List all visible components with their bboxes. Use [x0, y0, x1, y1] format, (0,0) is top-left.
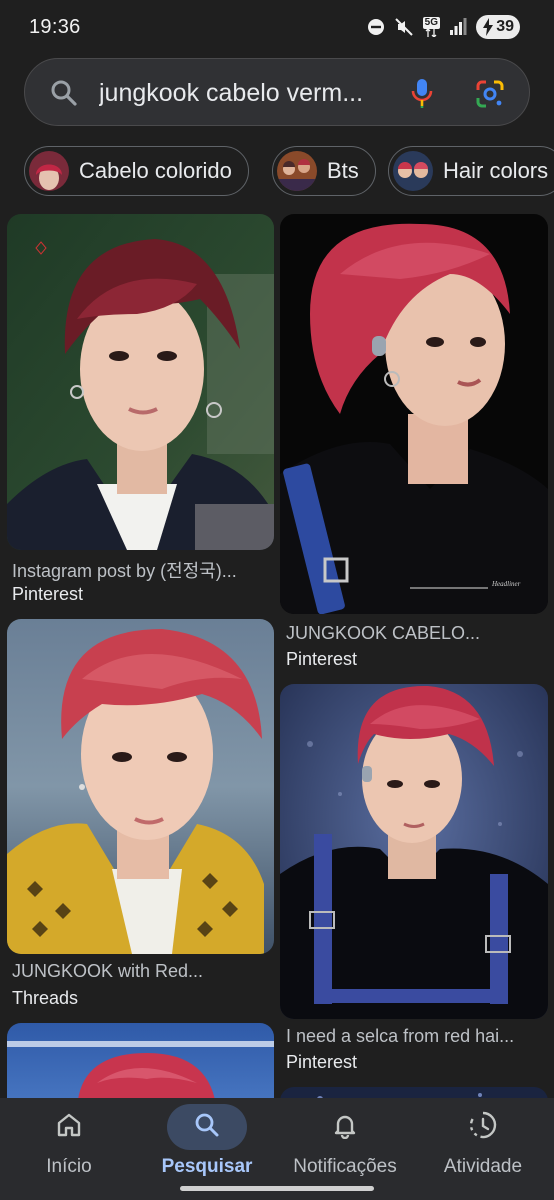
chip-label: Bts	[327, 158, 359, 183]
chip-hair-colors[interactable]: Hair colors	[388, 146, 554, 196]
google-lens-icon[interactable]	[475, 79, 505, 114]
result-caption[interactable]: I need a selca from red hai...	[286, 1026, 514, 1047]
nav-item-atividade[interactable]: Atividade	[418, 1098, 548, 1198]
bell-icon	[331, 1111, 359, 1144]
5g-icon: 5G	[422, 17, 440, 37]
result-source: Pinterest	[286, 649, 358, 669]
nav-icon-container	[167, 1104, 247, 1150]
result-source: Pinterest	[12, 584, 84, 604]
status-bar: 19:36 5G 39	[0, 0, 554, 58]
chip-thumbnail	[29, 151, 69, 191]
suggestion-chips: Cabelo colorido Bts Hair colors	[0, 146, 554, 198]
headliner-watermark: Headliner	[491, 580, 521, 588]
nav-item-pesquisar[interactable]: Pesquisar	[142, 1098, 272, 1198]
result-caption[interactable]: JUNGKOOK with Red...	[12, 961, 203, 982]
chip-label: Cabelo colorido	[79, 158, 232, 183]
search-input[interactable]: jungkook cabelo verm...	[99, 79, 389, 108]
mute-icon	[394, 17, 414, 37]
chip-bts[interactable]: Bts	[272, 146, 376, 196]
result-image-1[interactable]	[7, 214, 274, 550]
bolt-icon	[482, 18, 494, 41]
nav-icon-container	[29, 1104, 109, 1150]
chip-cabelo-colorido[interactable]: Cabelo colorido	[24, 146, 249, 196]
result-source: Threads	[12, 988, 79, 1008]
result-caption[interactable]: JUNGKOOK CABELO...	[286, 623, 480, 644]
result-source: Pinterest	[286, 1052, 358, 1072]
do-not-disturb-icon	[367, 18, 385, 36]
home-icon	[55, 1111, 83, 1144]
chip-label: Hair colors	[443, 158, 549, 183]
result-image-4[interactable]	[280, 684, 548, 1019]
status-time: 19:36	[29, 16, 81, 38]
microphone-icon[interactable]	[409, 77, 435, 114]
search-bar[interactable]: jungkook cabelo verm...	[24, 58, 530, 126]
nav-icon-container	[443, 1104, 523, 1150]
search-icon	[193, 1111, 221, 1144]
result-image-2[interactable]: Headliner	[280, 214, 548, 614]
home-indicator[interactable]	[180, 1186, 374, 1191]
activity-icon	[468, 1110, 498, 1145]
nav-label: Pesquisar	[161, 1156, 253, 1177]
battery-icon: 39	[476, 15, 520, 39]
nav-label: Atividade	[443, 1156, 523, 1177]
result-image-3[interactable]	[7, 619, 274, 954]
nav-label: Início	[46, 1156, 92, 1177]
nav-item-inicio[interactable]: Início	[4, 1098, 134, 1198]
chip-thumbnail	[277, 151, 317, 191]
battery-level: 39	[496, 18, 514, 35]
nav-item-notificacoes[interactable]: Notificações	[280, 1098, 410, 1198]
nav-icon-container	[305, 1104, 385, 1150]
status-icons: 5G 39	[367, 15, 520, 39]
nav-label: Notificações	[293, 1156, 397, 1177]
bottom-navigation: Início Pesquisar Notificações Atividade	[0, 1098, 554, 1200]
chip-thumbnail	[393, 151, 433, 191]
network-type: 5G	[422, 17, 440, 29]
signal-icon	[449, 18, 467, 36]
result-caption[interactable]: Instagram post by (전정국)...	[12, 557, 237, 583]
search-icon	[50, 79, 78, 112]
